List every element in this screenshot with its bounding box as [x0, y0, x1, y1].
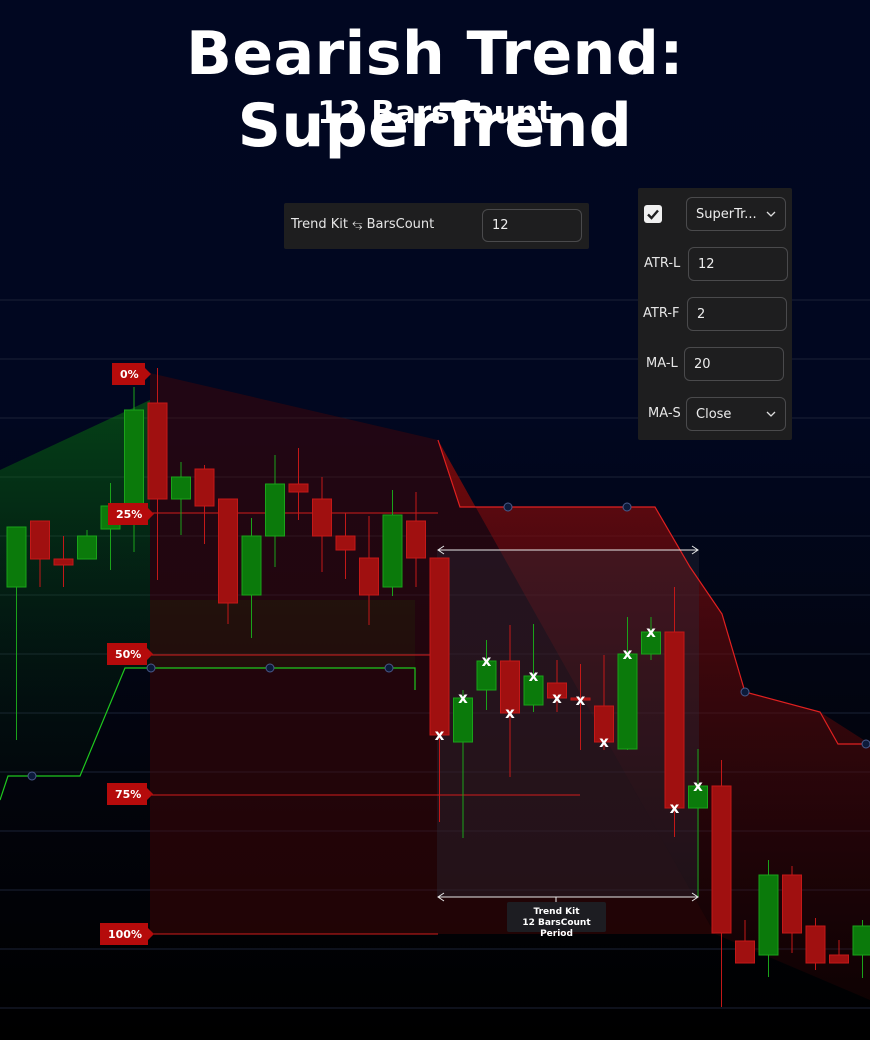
supertrend-settings-panel: SuperTr... ATR-L 12 ATR-F 2 MA-L 20 MA-S…: [638, 188, 792, 440]
x-marker: x: [505, 704, 515, 722]
atr-l-input[interactable]: 12: [688, 247, 788, 281]
ma-s-label: MA-S: [648, 406, 681, 421]
chart-subtitle: 12 BarsCount: [317, 95, 553, 131]
supertrend-pivot: [146, 663, 156, 673]
candle-body: [382, 514, 403, 588]
supertrend-pivot: [265, 663, 275, 673]
x-marker: x: [623, 645, 633, 663]
candle-body: [335, 535, 356, 551]
x-marker: x: [670, 799, 680, 817]
candle-body: [6, 526, 27, 588]
candle-body: [829, 954, 849, 964]
candle-body: [194, 468, 215, 507]
candle-body: [359, 557, 379, 596]
candle-body: [852, 925, 870, 956]
candle-body: [735, 940, 755, 964]
ma-l-input[interactable]: 20: [684, 347, 784, 381]
candle-body: [406, 520, 426, 559]
x-marker: x: [435, 726, 445, 744]
period-highlight: [437, 550, 699, 897]
candle-body: [782, 874, 802, 934]
candle-body: [805, 925, 826, 964]
candle-body: [30, 520, 50, 560]
x-marker: x: [576, 691, 586, 709]
atr-f-input[interactable]: 2: [687, 297, 787, 331]
ma-s-select-value: Close: [696, 406, 732, 422]
candle-body: [758, 874, 779, 956]
x-marker: x: [529, 667, 539, 685]
barscount-label: Trend Kit ⥃ BarsCount: [291, 217, 435, 232]
level-tag-25: 25%: [108, 503, 155, 525]
x-marker: x: [482, 652, 492, 670]
ma-s-select[interactable]: Close: [686, 397, 786, 431]
atr-l-label: ATR-L: [644, 256, 681, 271]
x-marker: x: [599, 733, 609, 751]
period-label-line1: Trend Kit: [533, 907, 580, 917]
period-label-line2: 12 BarsCount Period: [522, 918, 591, 939]
candle-body: [147, 402, 168, 500]
indicator-select-value: SuperTr...: [696, 206, 757, 222]
enable-checkbox[interactable]: [644, 205, 662, 223]
level-tag-50: 50%: [107, 643, 154, 665]
x-marker: x: [693, 777, 703, 795]
supertrend-pivot: [861, 739, 870, 749]
supertrend-pivot: [740, 687, 750, 697]
candle-body: [429, 557, 450, 736]
x-marker: x: [458, 689, 468, 707]
barscount-input[interactable]: 12: [482, 209, 582, 242]
chevron-down-icon: [766, 211, 776, 217]
candle-body: [288, 483, 309, 493]
supertrend-pivot: [503, 502, 513, 512]
candle-body: [312, 498, 332, 537]
candle-body: [664, 631, 685, 809]
candle-body: [124, 409, 144, 507]
level-tag-0: 0%: [112, 363, 151, 385]
x-marker: x: [552, 689, 562, 707]
chart-title: Bearish Trend: SuperTrend: [186, 19, 684, 161]
indicator-select[interactable]: SuperTr...: [686, 197, 786, 231]
supertrend-pivot: [27, 771, 37, 781]
atr-f-label: ATR-F: [643, 306, 680, 321]
barscount-panel: Trend Kit ⥃ BarsCount 12: [284, 203, 589, 249]
period-label: Trend Kit 12 BarsCount Period: [507, 902, 606, 939]
level-tag-75: 75%: [107, 783, 154, 805]
candle-body: [241, 535, 262, 596]
x-marker: x: [646, 623, 656, 641]
candle-body: [53, 558, 74, 566]
candle-body: [77, 535, 97, 560]
candle-body: [711, 785, 732, 934]
level-tag-100: 100%: [100, 923, 154, 945]
chevron-down-icon: [766, 411, 776, 417]
check-icon: [647, 209, 659, 220]
ma-l-label: MA-L: [646, 356, 678, 371]
candle-body: [617, 653, 638, 750]
supertrend-pivot: [384, 663, 394, 673]
candle-body: [171, 476, 191, 500]
candle-body: [265, 483, 285, 537]
supertrend-pivot: [622, 502, 632, 512]
candle-body: [218, 498, 238, 604]
